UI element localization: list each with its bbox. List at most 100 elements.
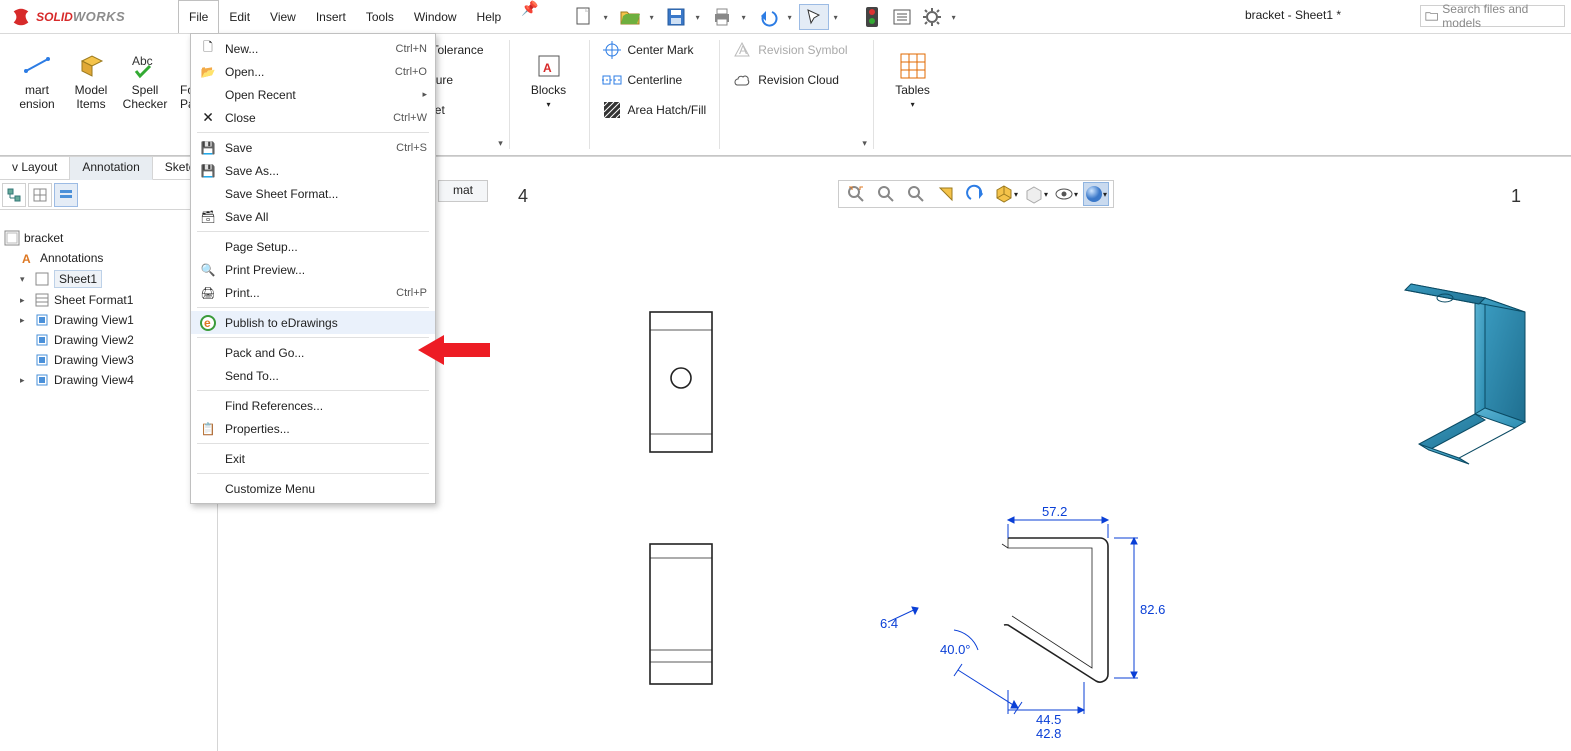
area-hatch-button[interactable]: Area Hatch/Fill xyxy=(602,100,707,120)
center-mark-button[interactable]: Center Mark xyxy=(602,40,707,60)
file-open[interactable]: 📂Open...Ctrl+O xyxy=(191,60,435,83)
tree-icon xyxy=(7,188,21,202)
grid-icon xyxy=(33,188,47,202)
options-button[interactable] xyxy=(887,4,917,30)
file-save-sheet-format[interactable]: Save Sheet Format... xyxy=(191,182,435,205)
file-exit[interactable]: Exit xyxy=(191,447,435,470)
file-find-references[interactable]: Find References... xyxy=(191,394,435,417)
blocks-button[interactable]: A Blocks▾ xyxy=(522,40,576,109)
centerline-button[interactable]: Centerline xyxy=(602,70,707,90)
print-icon: 🖨 xyxy=(197,286,219,300)
file-save[interactable]: 💾SaveCtrl+S xyxy=(191,136,435,159)
save-icon xyxy=(665,6,687,28)
hatch-icon xyxy=(602,100,622,120)
expand-icon[interactable]: ▸ xyxy=(20,295,30,306)
file-print-preview[interactable]: 🔍Print Preview... xyxy=(191,258,435,281)
tab-annotation[interactable]: Annotation xyxy=(70,157,152,180)
menu-insert[interactable]: Insert xyxy=(306,0,356,33)
cursor-icon xyxy=(805,8,823,26)
model-items-icon xyxy=(75,50,107,82)
menu-window[interactable]: Window xyxy=(404,0,467,33)
file-close[interactable]: 🗙CloseCtrl+W xyxy=(191,106,435,129)
traffic-button[interactable] xyxy=(857,4,887,30)
section-view-button[interactable] xyxy=(933,182,959,206)
select-button[interactable]: ▾ xyxy=(799,4,829,30)
undo-icon xyxy=(758,7,778,27)
traffic-icon xyxy=(865,6,879,28)
redo-view-button[interactable] xyxy=(963,182,989,206)
file-properties[interactable]: 📋Properties... xyxy=(191,417,435,440)
tables-icon xyxy=(897,50,929,82)
view-icon xyxy=(34,352,50,368)
menu-view[interactable]: View xyxy=(260,0,306,33)
dim-leg-a: 44.5 xyxy=(1036,712,1061,727)
dim-width: 57.2 xyxy=(1042,504,1067,519)
tree-dv4[interactable]: ▸ Drawing View4 xyxy=(4,370,213,390)
collapse-icon[interactable]: ▾ xyxy=(20,274,30,285)
open-folder-icon xyxy=(619,6,641,28)
tree-dv1[interactable]: ▸ Drawing View1 xyxy=(4,310,213,330)
settings-button[interactable]: ▾ xyxy=(917,4,947,30)
file-print[interactable]: 🖨Print...Ctrl+P xyxy=(191,281,435,304)
props-icon xyxy=(59,188,73,202)
expand-icon[interactable]: ▸ xyxy=(20,315,30,326)
tables-button[interactable]: Tables▾ xyxy=(886,40,940,109)
spell-checker-button[interactable]: Abc Spell Checker xyxy=(118,40,172,153)
tree-sheet[interactable]: ▾ Sheet1 xyxy=(4,268,213,290)
search-input[interactable]: Search files and models xyxy=(1420,5,1565,27)
panel-tab-1[interactable] xyxy=(2,183,26,207)
file-save-all[interactable]: 🗃Save All xyxy=(191,205,435,228)
file-pack-and-go[interactable]: Pack and Go... xyxy=(191,341,435,364)
file-save-as[interactable]: 💾Save As... xyxy=(191,159,435,182)
tree-dv2[interactable]: Drawing View2 xyxy=(4,330,213,350)
drawing-view-top xyxy=(642,308,722,458)
new-doc-button[interactable]: ▾ xyxy=(569,4,599,30)
prev-view-button[interactable] xyxy=(903,182,929,206)
tree-annotations[interactable]: A Annotations xyxy=(4,248,213,268)
file-open-recent[interactable]: Open Recent▸ xyxy=(191,83,435,106)
menu-tools[interactable]: Tools xyxy=(356,0,404,33)
view-orient-button[interactable]: ▾ xyxy=(993,182,1019,206)
svg-text:A: A xyxy=(22,252,31,265)
panel-tab-3[interactable] xyxy=(54,183,78,207)
menu-file[interactable]: File xyxy=(178,0,219,33)
pin-icon[interactable]: 📌 xyxy=(521,0,538,33)
file-new[interactable]: 🗋New...Ctrl+N xyxy=(191,37,435,60)
view-icon xyxy=(34,372,50,388)
save-button[interactable]: ▾ xyxy=(661,4,691,30)
appearance-button[interactable]: ▾ xyxy=(1083,182,1109,206)
tree-root[interactable]: bracket xyxy=(4,228,213,248)
tree-sheet-format[interactable]: ▸ Sheet Format1 xyxy=(4,290,213,310)
file-send-to[interactable]: Send To... xyxy=(191,364,435,387)
hide-show-button[interactable]: ▾ xyxy=(1053,182,1079,206)
center-mark-icon xyxy=(602,40,622,60)
dim-height: 82.6 xyxy=(1140,602,1165,617)
open-doc-button[interactable]: ▾ xyxy=(615,4,645,30)
file-page-setup[interactable]: Page Setup... xyxy=(191,235,435,258)
ribbon-dd-1[interactable]: ▾ xyxy=(495,34,507,155)
expand-icon[interactable]: ▸ xyxy=(20,375,30,386)
model-items-button[interactable]: Model Items xyxy=(64,40,118,153)
sheet-tab[interactable]: mat xyxy=(438,180,488,202)
file-publish-edrawings[interactable]: ePublish to eDrawings xyxy=(191,311,435,334)
smart-dimension-button[interactable]: mart ension xyxy=(10,40,64,153)
tab-view-layout[interactable]: v Layout xyxy=(0,157,70,180)
dim-angle: 40.0° xyxy=(940,642,971,657)
menu-edit[interactable]: Edit xyxy=(219,0,260,33)
rev-symbol-icon: A xyxy=(732,40,752,60)
display-style-button[interactable]: ▾ xyxy=(1023,182,1049,206)
revision-cloud-button[interactable]: Revision Cloud xyxy=(732,70,847,90)
menu-items: File Edit View Insert Tools Window Help … xyxy=(178,0,539,33)
file-customize-menu[interactable]: Customize Menu xyxy=(191,477,435,500)
ribbon-dd-2[interactable]: ▾ xyxy=(859,34,871,155)
zoom-area-button[interactable] xyxy=(873,182,899,206)
undo-button[interactable]: ▾ xyxy=(753,4,783,30)
search-placeholder: Search files and models xyxy=(1442,2,1564,30)
zoom-fit-button[interactable] xyxy=(843,182,869,206)
new-doc-icon xyxy=(573,6,595,28)
menu-help[interactable]: Help xyxy=(467,0,512,33)
print-button[interactable]: ▾ xyxy=(707,4,737,30)
panel-tab-2[interactable] xyxy=(28,183,52,207)
list-icon xyxy=(892,7,912,27)
tree-dv3[interactable]: Drawing View3 xyxy=(4,350,213,370)
